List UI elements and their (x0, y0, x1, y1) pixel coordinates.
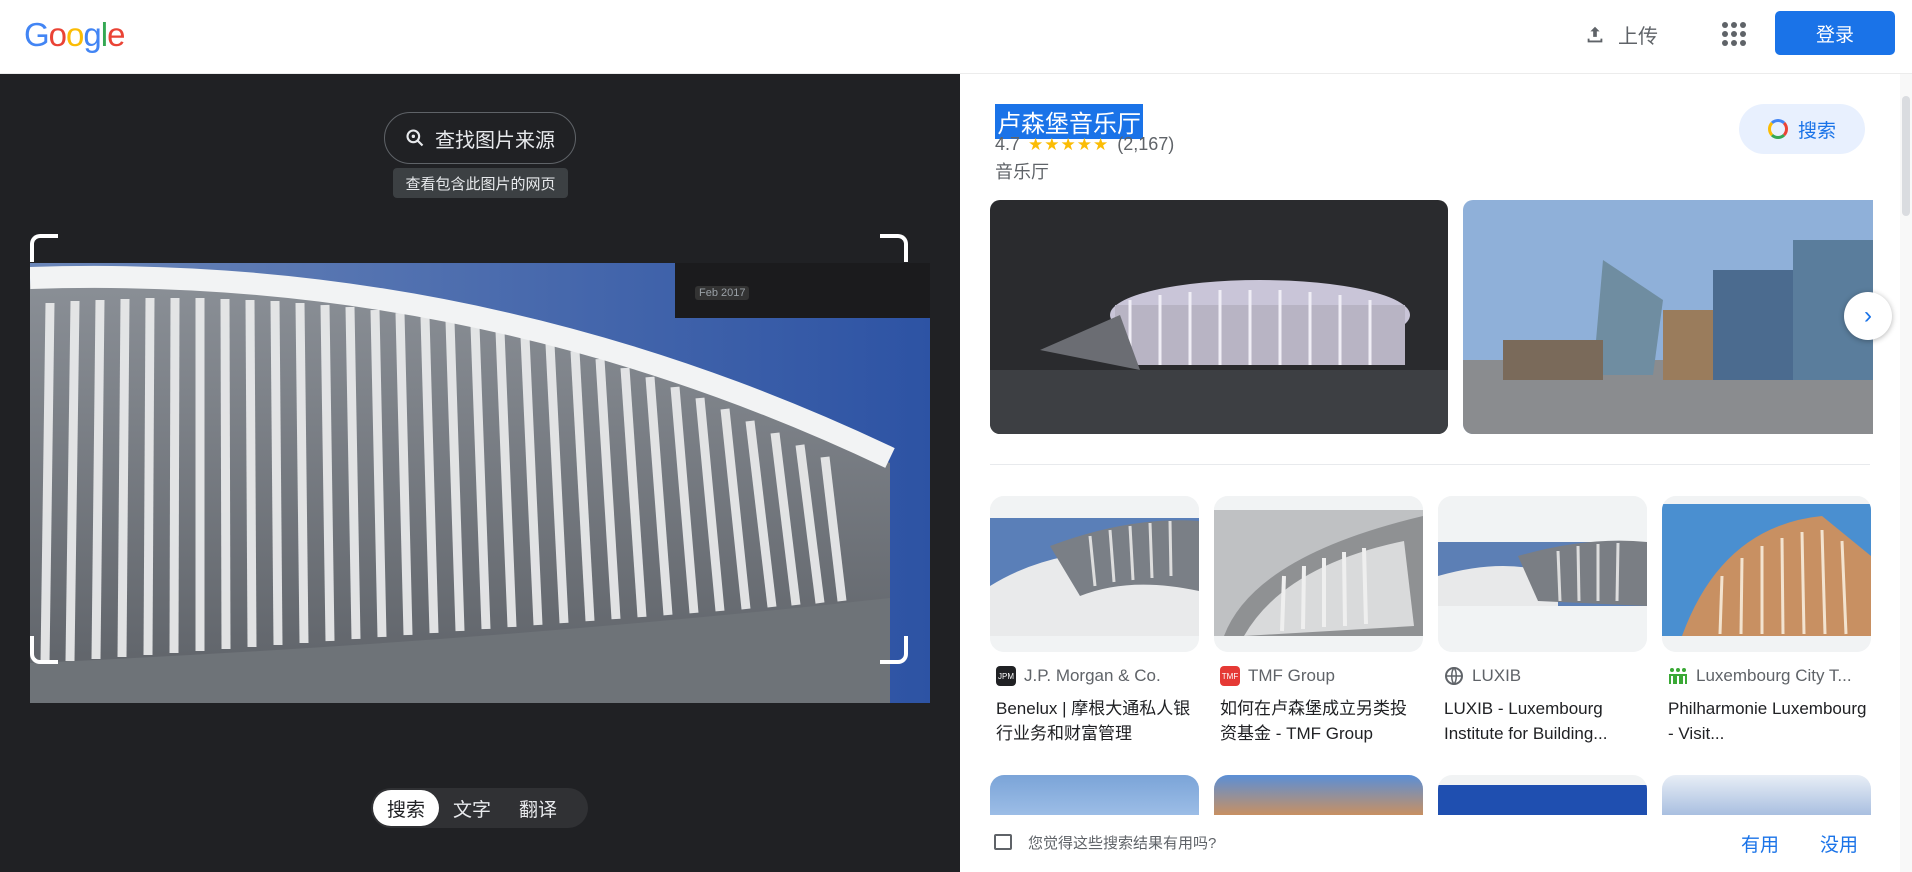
entity-image-1[interactable] (990, 200, 1448, 434)
result-card[interactable]: Luxembourg City T... Philharmonie Luxemb… (1662, 496, 1871, 746)
login-button[interactable]: 登录 (1775, 11, 1895, 55)
people-icon (1669, 668, 1687, 684)
scrollbar[interactable] (1900, 74, 1912, 872)
result-card[interactable]: LUXIB LUXIB - Luxembourg Institute for B… (1438, 496, 1647, 746)
globe-icon (1445, 667, 1463, 685)
entity-search-label: 搜索 (1797, 120, 1836, 142)
result-title[interactable]: LUXIB - Luxembourg Institute for Buildin… (1444, 696, 1647, 746)
result-source[interactable]: LUXIB (1444, 666, 1647, 686)
result-thumbnail[interactable] (1662, 496, 1871, 652)
result-source[interactable]: TMF TMF Group (1220, 666, 1423, 686)
mode-translate-tab[interactable]: 翻译 (505, 790, 571, 826)
feedback-no-button[interactable]: 没用 (1820, 830, 1858, 857)
upload-button[interactable]: 上传 (1584, 20, 1658, 49)
rating-value: 4.7 (995, 134, 1021, 154)
result-thumbnail[interactable] (990, 496, 1199, 652)
result-thumbnail[interactable] (990, 775, 1199, 815)
upload-label: 上传 (1618, 26, 1658, 48)
result-source-name: TMF Group (1248, 666, 1335, 685)
entity-category: 音乐厅 (995, 162, 1049, 182)
result-thumbnail[interactable] (1438, 496, 1647, 652)
result-source-name: J.P. Morgan & Co. (1024, 666, 1161, 685)
result-thumbnail[interactable] (1662, 775, 1871, 815)
find-source-tooltip: 查看包含此图片的网页 (393, 168, 568, 198)
feedback-yes-button[interactable]: 有用 (1741, 830, 1779, 857)
result-source-name: Luxembourg City T... (1696, 666, 1852, 685)
result-title[interactable]: 如何在卢森堡成立另类投资基金 - TMF Group (1220, 696, 1423, 746)
image-preview-pane: 查找图片来源 查看包含此图片的网页 Feb 2017 搜索 文字 翻译 (0, 74, 960, 872)
mode-switcher: 搜索 文字 翻译 (371, 788, 588, 828)
tmf-logo-icon: TMF (1220, 666, 1240, 686)
result-card[interactable]: TMF TMF Group 如何在卢森堡成立另类投资基金 - TMF Group (1214, 496, 1423, 746)
jpm-logo-icon: JPM (996, 666, 1016, 686)
feedback-bar: 您觉得这些搜索结果有用吗? 有用 没用 (960, 816, 1912, 872)
result-title[interactable]: Benelux | 摩根大通私人银行业务和财富管理 (996, 696, 1199, 746)
section-divider (990, 464, 1870, 465)
mode-text-tab[interactable]: 文字 (439, 790, 505, 826)
photo-date-stamp: Feb 2017 (695, 286, 750, 300)
result-title[interactable]: Philharmonie Luxembourg - Visit... (1668, 696, 1871, 746)
result-thumbnail[interactable] (1214, 775, 1423, 815)
result-source-name: LUXIB (1472, 666, 1522, 685)
feedback-icon (994, 834, 1012, 850)
feedback-question: 您觉得这些搜索结果有用吗? (1028, 835, 1217, 852)
scrollbar-thumb[interactable] (1902, 96, 1910, 216)
entity-image-2[interactable] (1463, 200, 1873, 434)
crop-handle-top-left[interactable] (30, 234, 58, 262)
query-image[interactable] (30, 263, 930, 703)
header: Google 上传 登录 (0, 0, 1912, 74)
entity-search-button[interactable]: 搜索 (1739, 104, 1865, 154)
apps-grid-icon[interactable] (1722, 22, 1746, 46)
results-pane: 卢森堡音乐厅 4.7 ★★★★★ (2,167) 音乐厅 搜索 › JPM J.… (960, 74, 1912, 872)
result-thumbnail[interactable] (1214, 496, 1423, 652)
crop-handle-top-right[interactable] (880, 234, 908, 262)
lens-search-icon (406, 129, 424, 147)
review-count: (2,167) (1117, 134, 1175, 154)
crop-handle-bottom-left[interactable] (30, 636, 58, 664)
result-card[interactable]: JPM J.P. Morgan & Co. Benelux | 摩根大通私人银行… (990, 496, 1199, 746)
chevron-right-icon: › (1864, 302, 1872, 329)
result-thumbnail[interactable] (1438, 775, 1647, 815)
google-g-icon (1767, 119, 1788, 139)
find-image-source-button[interactable]: 查找图片来源 (384, 112, 576, 164)
result-source[interactable]: Luxembourg City T... (1668, 666, 1871, 686)
mode-search-tab[interactable]: 搜索 (373, 790, 440, 826)
find-source-label: 查找图片来源 (435, 129, 555, 152)
carousel-next-button[interactable]: › (1844, 292, 1892, 340)
google-logo[interactable]: Google (24, 16, 125, 54)
upload-icon (1587, 26, 1603, 42)
entity-rating: 4.7 ★★★★★ (2,167) (995, 134, 1174, 155)
result-source[interactable]: JPM J.P. Morgan & Co. (996, 666, 1199, 686)
rating-stars-icon: ★★★★★ (1028, 134, 1110, 154)
crop-handle-bottom-right[interactable] (880, 636, 908, 664)
